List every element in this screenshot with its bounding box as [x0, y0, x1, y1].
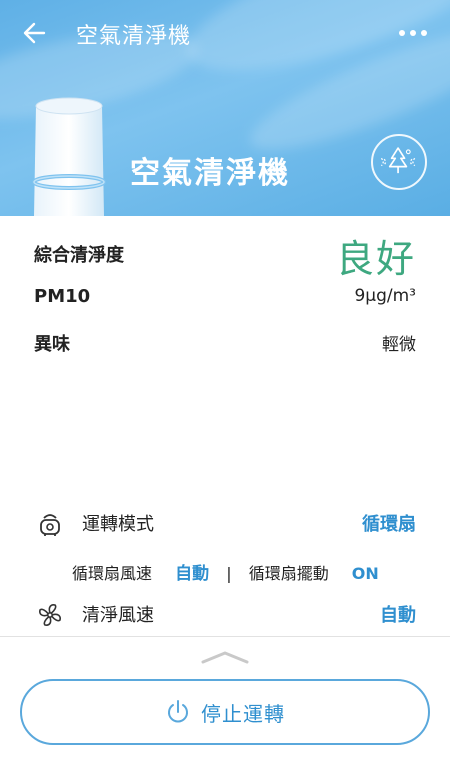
overall-cleanliness-label: 綜合清淨度 [34, 245, 124, 266]
fan-mode-icon [40, 514, 60, 536]
pm10-value: 9μg/m³ [354, 286, 416, 306]
device-name: 空氣清淨機 [130, 156, 290, 191]
pm10-row: PM10 9μg/m³ [34, 286, 416, 314]
top-bar: 空氣清淨機 [0, 0, 450, 68]
chevron-up-icon[interactable] [201, 650, 249, 664]
divider [0, 636, 450, 637]
power-icon [168, 700, 188, 723]
stop-button-content: 停止運轉 [22, 681, 428, 743]
fan-speed-value[interactable]: 自動 [175, 559, 209, 584]
more-dots-icon[interactable] [396, 22, 430, 44]
mode-indicator-button[interactable] [371, 134, 427, 190]
tree-airflow-icon [380, 147, 416, 174]
page-title: 空氣清淨機 [76, 24, 192, 49]
overall-cleanliness-value: 良好 [335, 237, 416, 281]
fan-swing-value[interactable]: ON [352, 564, 379, 583]
fan-swing-label: 循環扇擺動 [248, 564, 329, 583]
purify-speed-label: 清淨風速 [82, 605, 154, 626]
pm10-label: PM10 [34, 286, 91, 307]
operation-mode-label: 運轉模式 [82, 514, 154, 535]
fan-settings-row: 循環扇風速 自動 | 循環扇擺動 ON [72, 559, 379, 584]
purify-speed-row[interactable]: 清淨風速 自動 [36, 599, 416, 631]
odor-value: 輕微 [382, 335, 416, 355]
settings-separator: | [226, 564, 232, 583]
odor-label: 異味 [34, 334, 70, 355]
hero-banner: 空氣清淨機 空氣清淨機 [0, 0, 450, 216]
odor-row: 異味 輕微 [34, 330, 416, 358]
operation-mode-value[interactable]: 循環扇 [362, 510, 416, 536]
operation-mode-row[interactable]: 運轉模式 循環扇 [36, 508, 416, 540]
arrow-left-icon[interactable] [20, 18, 50, 48]
purify-speed-value[interactable]: 自動 [380, 601, 416, 627]
fan-speed-label: 循環扇風速 [72, 564, 153, 583]
fan-blade-icon [39, 604, 61, 626]
stop-button-label: 停止運轉 [201, 701, 285, 726]
stop-operation-button[interactable]: 停止運轉 [20, 679, 430, 745]
